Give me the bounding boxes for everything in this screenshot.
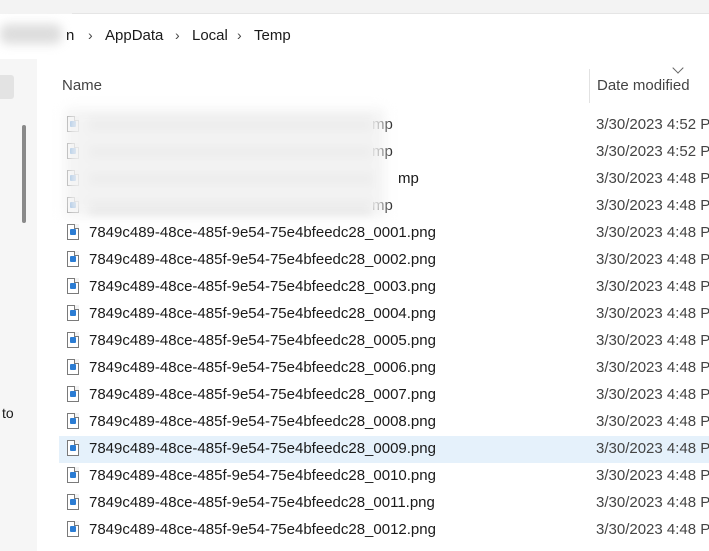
file-name: 7849c489-48ce-485f-9e54-75e4bfeedc28_000… [89,332,436,349]
file-date-modified: 3/30/2023 4:48 PI [596,440,709,457]
navigation-pane[interactable]: to [0,59,37,551]
file-name: 7849c489-48ce-485f-9e54-75e4bfeedc28_000… [89,305,436,322]
file-date-modified: 3/30/2023 4:48 PI [596,494,709,511]
chevron-right-icon[interactable]: › [175,27,180,43]
file-date-modified: 3/30/2023 4:48 PI [596,278,709,295]
image-file-icon [67,386,79,402]
file-row[interactable]: 7849c489-48ce-485f-9e54-75e4bfeedc28_000… [62,301,709,328]
chevron-right-icon[interactable]: › [88,27,93,43]
image-file-icon [67,467,79,483]
nav-scrollbar[interactable] [22,125,26,223]
sort-chevron-icon [672,62,684,74]
file-name: 7849c489-48ce-485f-9e54-75e4bfeedc28_000… [89,359,436,376]
file-name: 7849c489-48ce-485f-9e54-75e4bfeedc28_000… [89,413,436,430]
file-date-modified: 3/30/2023 4:48 PI [596,521,709,538]
file-name: 7849c489-48ce-485f-9e54-75e4bfeedc28_001… [89,494,435,511]
image-file-icon [67,278,79,294]
file-row[interactable]: 7849c489-48ce-485f-9e54-75e4bfeedc28_001… [62,490,709,517]
file-date-modified: 3/30/2023 4:48 PI [596,251,709,268]
file-name: 7849c489-48ce-485f-9e54-75e4bfeedc28_000… [89,440,436,457]
redacted-region [65,109,385,217]
file-date-modified: 3/30/2023 4:48 PI [596,467,709,484]
file-date-modified: 3/30/2023 4:52 PI [596,116,709,133]
file-row[interactable]: 7849c489-48ce-485f-9e54-75e4bfeedc28_000… [62,382,709,409]
file-date-modified: 3/30/2023 4:48 PI [596,170,709,187]
file-date-modified: 3/30/2023 4:48 PI [596,305,709,322]
column-header-date-modified[interactable]: Date modified [597,77,690,94]
file-date-modified: 3/30/2023 4:48 PI [596,224,709,241]
image-file-icon [67,494,79,510]
image-file-icon [67,305,79,321]
file-name: 7849c489-48ce-485f-9e54-75e4bfeedc28_000… [89,278,436,295]
breadcrumb-appdata[interactable]: AppData [105,27,163,44]
file-date-modified: 3/30/2023 4:48 PI [596,413,709,430]
file-name: 7849c489-48ce-485f-9e54-75e4bfeedc28_001… [89,467,436,484]
window-top-strip [0,0,709,14]
file-name: 7849c489-48ce-485f-9e54-75e4bfeedc28_000… [89,224,436,241]
file-date-modified: 3/30/2023 4:48 PI [596,386,709,403]
file-row[interactable]: 7849c489-48ce-485f-9e54-75e4bfeedc28_000… [62,220,709,247]
breadcrumb-local[interactable]: Local [192,27,228,44]
breadcrumb-temp[interactable]: Temp [254,27,291,44]
file-row[interactable]: 7849c489-48ce-485f-9e54-75e4bfeedc28_000… [62,328,709,355]
column-divider[interactable] [589,69,590,103]
column-header-name[interactable]: Name [62,77,102,94]
file-name: 7849c489-48ce-485f-9e54-75e4bfeedc28_000… [89,251,436,268]
file-name: 7849c489-48ce-485f-9e54-75e4bfeedc28_000… [89,386,436,403]
address-bar[interactable]: n › AppData › Local › Temp [0,14,709,60]
file-date-modified: 3/30/2023 4:48 PI [596,332,709,349]
file-row[interactable]: 7849c489-48ce-485f-9e54-75e4bfeedc28_001… [62,463,709,490]
file-row[interactable]: 7849c489-48ce-485f-9e54-75e4bfeedc28_000… [62,355,709,382]
file-date-modified: 3/30/2023 4:48 PI [596,197,709,214]
image-file-icon [67,224,79,240]
image-file-icon [67,332,79,348]
breadcrumb-fragment[interactable]: n [66,27,74,44]
file-date-modified: 3/30/2023 4:48 PI [596,359,709,376]
nav-item-label[interactable]: to [2,405,14,421]
blurred-breadcrumb-region [0,24,62,44]
image-file-icon [67,359,79,375]
file-row[interactable]: 7849c489-48ce-485f-9e54-75e4bfeedc28_000… [62,274,709,301]
file-list[interactable]: Name Date modified mp3/30/2023 4:52 PImp… [37,59,709,551]
image-file-icon [67,251,79,267]
image-file-icon [67,413,79,429]
file-row[interactable]: 7849c489-48ce-485f-9e54-75e4bfeedc28_000… [62,409,709,436]
nav-selected-item[interactable] [0,75,14,99]
image-file-icon [67,521,79,537]
image-file-icon [67,440,79,456]
file-row[interactable]: 7849c489-48ce-485f-9e54-75e4bfeedc28_000… [59,436,709,463]
chevron-right-icon[interactable]: › [237,27,242,43]
file-row[interactable]: 7849c489-48ce-485f-9e54-75e4bfeedc28_000… [62,247,709,274]
file-row[interactable]: 7849c489-48ce-485f-9e54-75e4bfeedc28_001… [62,517,709,544]
file-name-suffix: mp [398,170,419,187]
file-date-modified: 3/30/2023 4:52 PI [596,143,709,160]
file-name: 7849c489-48ce-485f-9e54-75e4bfeedc28_001… [89,521,436,538]
